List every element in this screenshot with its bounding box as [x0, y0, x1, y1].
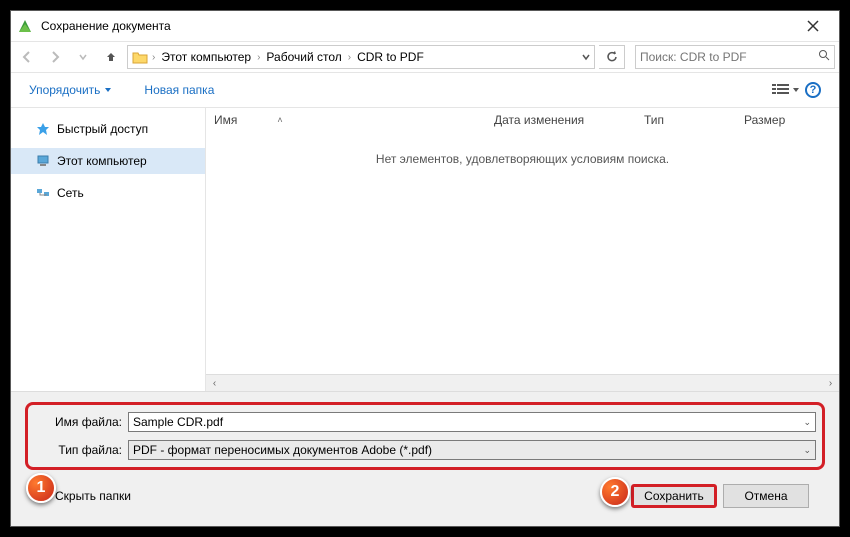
annotation-box-1: Имя файла: Sample CDR.pdf ⌄ Тип файла: P…: [25, 402, 825, 470]
chevron-right-icon: ›: [346, 52, 353, 63]
sidebar: Быстрый доступ Этот компьютер Сеть: [11, 108, 206, 391]
close-button[interactable]: [793, 12, 833, 40]
save-button[interactable]: Сохранить: [631, 484, 717, 508]
up-button[interactable]: [99, 45, 123, 69]
content-area: Быстрый доступ Этот компьютер Сеть Имя ˄ …: [11, 107, 839, 391]
help-button[interactable]: ?: [799, 78, 827, 102]
view-options-button[interactable]: [771, 78, 799, 102]
cancel-button[interactable]: Отмена: [723, 484, 809, 508]
computer-icon: [35, 153, 51, 169]
column-name[interactable]: Имя: [214, 113, 237, 127]
sidebar-item-label: Быстрый доступ: [57, 122, 148, 136]
filetype-label: Тип файла:: [34, 443, 122, 457]
organize-button[interactable]: Упорядочить: [23, 79, 118, 101]
column-size[interactable]: Размер: [736, 113, 816, 127]
annotation-marker-2: 2: [600, 477, 630, 507]
empty-message: Нет элементов, удовлетворяющих условиям …: [206, 132, 839, 166]
dialog-footer: Скрыть папки Сохранить Отмена: [25, 470, 825, 518]
horizontal-scrollbar[interactable]: ‹ ›: [206, 374, 839, 391]
chevron-right-icon: ›: [150, 52, 157, 63]
sidebar-item-label: Этот компьютер: [57, 154, 147, 168]
annotation-marker-1: 1: [26, 473, 56, 503]
search-input[interactable]: [640, 50, 818, 64]
column-date[interactable]: Дата изменения: [486, 113, 636, 127]
navigation-bar: › Этот компьютер › Рабочий стол › CDR to…: [11, 41, 839, 73]
back-button[interactable]: [15, 45, 39, 69]
window-title: Сохранение документа: [41, 19, 793, 33]
recent-dropdown[interactable]: [71, 45, 95, 69]
filename-label: Имя файла:: [34, 415, 122, 429]
sidebar-item-network[interactable]: Сеть: [11, 180, 205, 206]
filename-input[interactable]: Sample CDR.pdf ⌄: [128, 412, 816, 432]
filetype-select[interactable]: PDF - формат переносимых документов Adob…: [128, 440, 816, 460]
folder-icon: [130, 47, 150, 67]
breadcrumb[interactable]: › Этот компьютер › Рабочий стол › CDR to…: [127, 45, 595, 69]
sidebar-item-this-pc[interactable]: Этот компьютер: [11, 148, 205, 174]
column-headers[interactable]: Имя ˄ Дата изменения Тип Размер: [206, 108, 839, 132]
refresh-button[interactable]: [599, 45, 625, 69]
titlebar: Сохранение документа: [11, 11, 839, 41]
sidebar-item-quick-access[interactable]: Быстрый доступ: [11, 116, 205, 142]
network-icon: [35, 185, 51, 201]
chevron-down-icon: ⌄: [803, 417, 811, 428]
chevron-right-icon: ›: [255, 52, 262, 63]
scroll-left-icon: ‹: [206, 375, 223, 392]
bottom-panel: Имя файла: Sample CDR.pdf ⌄ Тип файла: P…: [11, 391, 839, 526]
star-icon: [35, 121, 51, 137]
chevron-down-icon: ⌄: [803, 445, 811, 456]
sidebar-item-label: Сеть: [57, 186, 84, 200]
new-folder-button[interactable]: Новая папка: [138, 79, 220, 101]
search-icon: [818, 48, 830, 66]
column-type[interactable]: Тип: [636, 113, 736, 127]
breadcrumb-item[interactable]: Рабочий стол: [262, 50, 345, 64]
save-dialog: Сохранение документа › Этот компьютер › …: [10, 10, 840, 527]
search-box[interactable]: [635, 45, 835, 69]
sort-arrow-icon: ˄: [277, 115, 282, 125]
toolbar: Упорядочить Новая папка ?: [11, 73, 839, 107]
scroll-right-icon: ›: [822, 375, 839, 392]
breadcrumb-item[interactable]: Этот компьютер: [157, 50, 255, 64]
breadcrumb-dropdown[interactable]: [576, 52, 594, 62]
file-list-area: Имя ˄ Дата изменения Тип Размер Нет элеме…: [206, 108, 839, 391]
forward-button[interactable]: [43, 45, 67, 69]
breadcrumb-item[interactable]: CDR to PDF: [353, 50, 428, 64]
app-icon: [17, 18, 33, 34]
